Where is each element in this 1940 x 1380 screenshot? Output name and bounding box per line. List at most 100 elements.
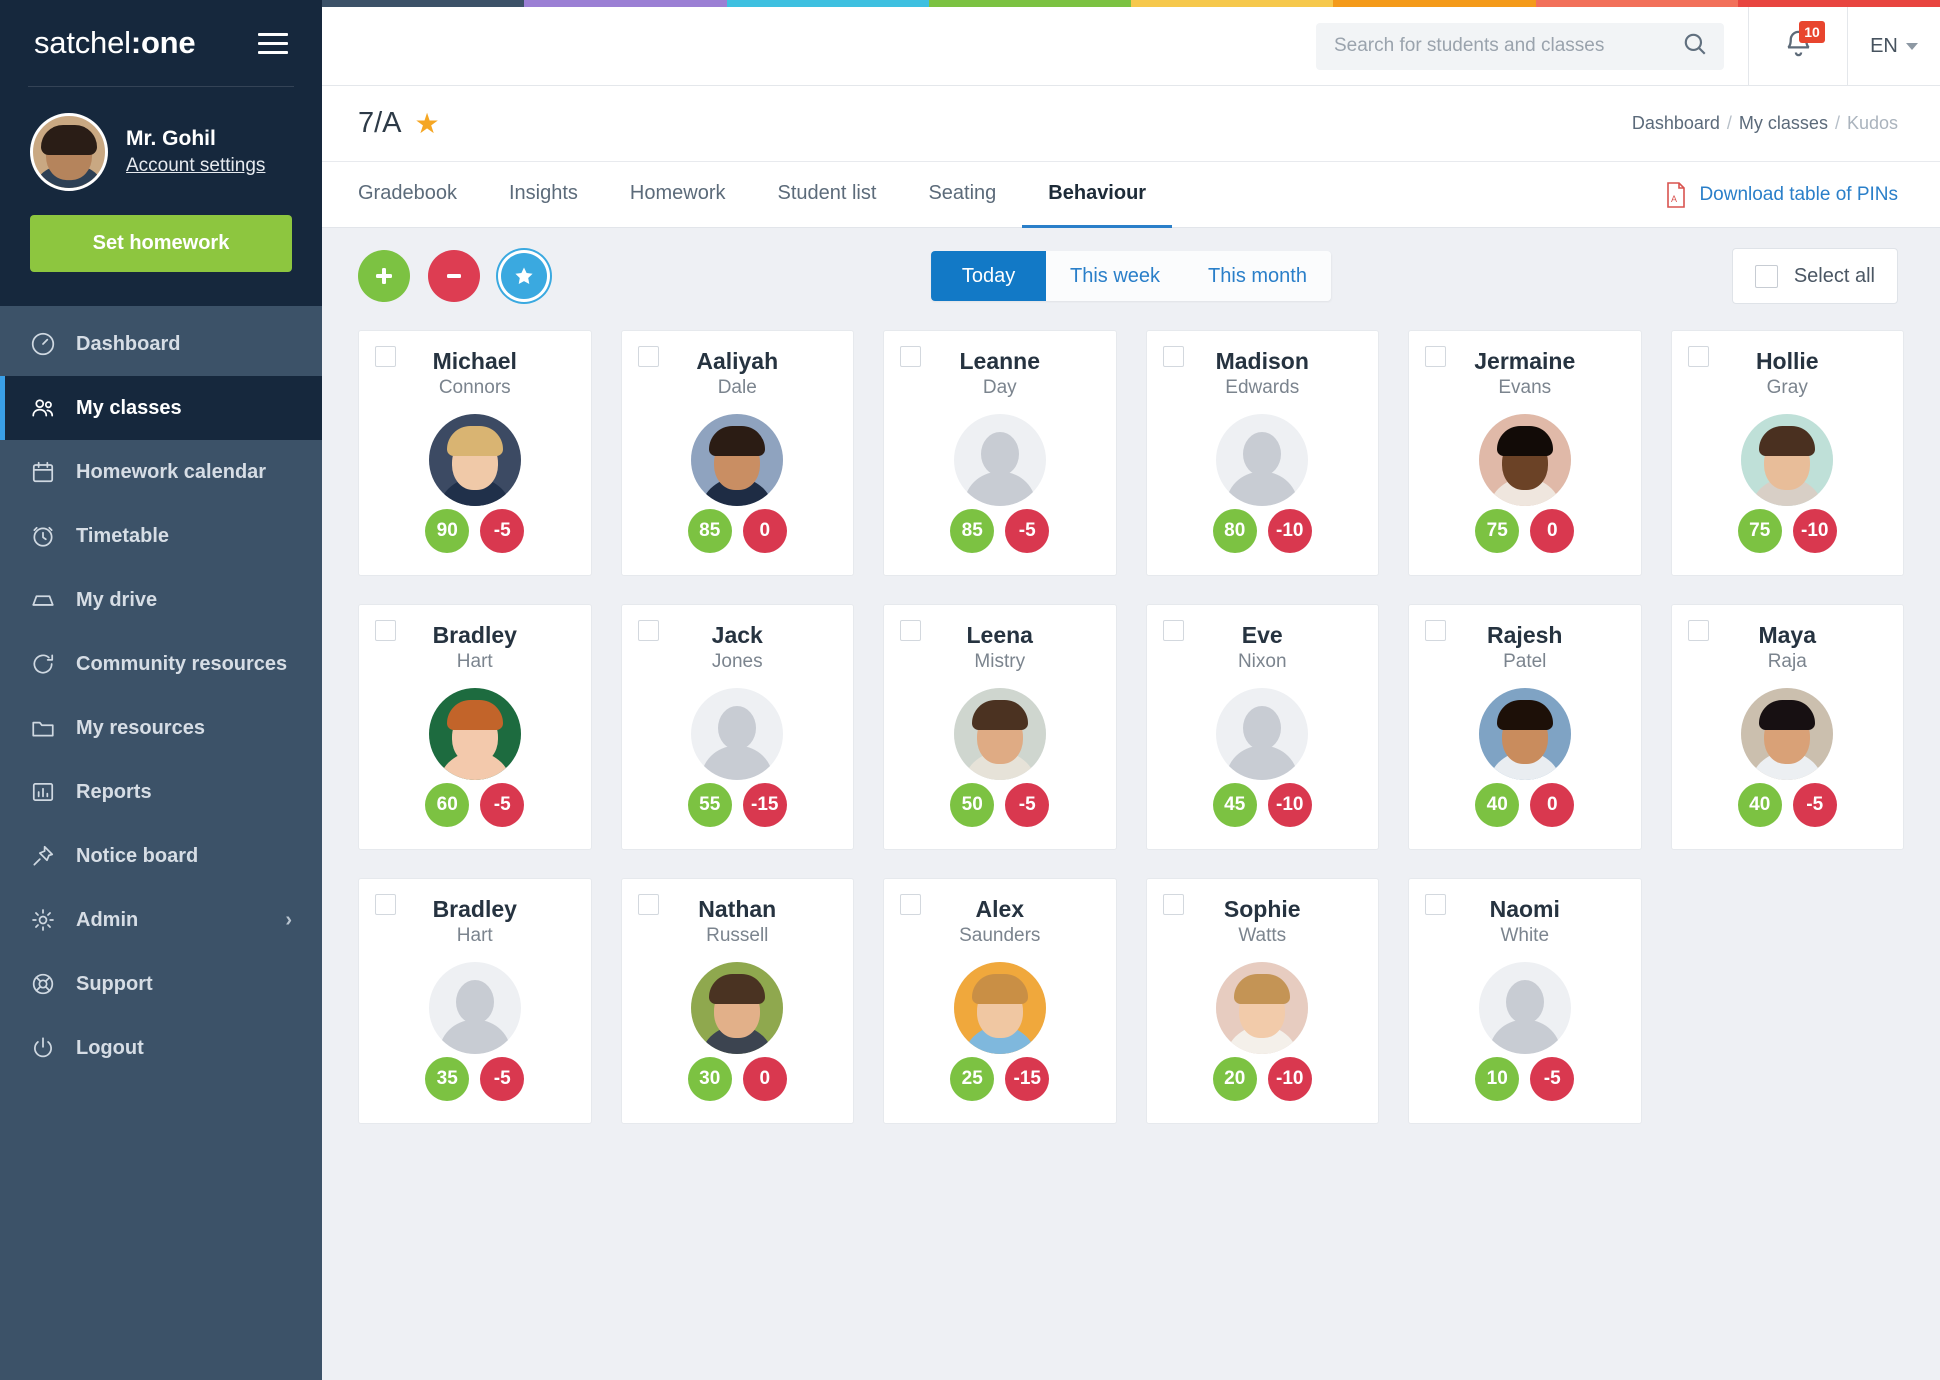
negative-points-badge[interactable]: -5 bbox=[480, 783, 525, 827]
positive-points-badge[interactable]: 40 bbox=[1737, 783, 1782, 827]
download-pins-link[interactable]: A Download table of PINs bbox=[1665, 162, 1898, 227]
tab-behaviour[interactable]: Behaviour bbox=[1022, 162, 1173, 228]
range-this-week-button[interactable]: This week bbox=[1046, 251, 1185, 301]
negative-points-badge[interactable]: -15 bbox=[1005, 1057, 1050, 1101]
sidebar-item-notice-board[interactable]: Notice board bbox=[0, 824, 322, 888]
negative-points-badge[interactable]: -5 bbox=[1792, 783, 1837, 827]
student-card[interactable]: Hollie Gray 75 -10 bbox=[1670, 330, 1904, 576]
tab-gradebook[interactable]: Gradebook bbox=[358, 162, 483, 228]
negative-points-badge[interactable]: -10 bbox=[1267, 783, 1312, 827]
hamburger-menu-icon[interactable] bbox=[258, 27, 288, 60]
negative-points-badge[interactable]: -10 bbox=[1267, 1057, 1312, 1101]
award-negative-button[interactable] bbox=[428, 250, 480, 302]
sidebar-item-logout[interactable]: Logout bbox=[0, 1016, 322, 1080]
sidebar-item-community-resources[interactable]: Community resources bbox=[0, 632, 322, 696]
sidebar-item-dashboard[interactable]: Dashboard bbox=[0, 312, 322, 376]
set-homework-button[interactable]: Set homework bbox=[30, 215, 292, 272]
student-card[interactable]: Rajesh Patel 40 0 bbox=[1408, 604, 1642, 850]
positive-points-badge[interactable]: 85 bbox=[950, 509, 995, 553]
language-selector[interactable]: EN bbox=[1848, 7, 1940, 86]
student-card[interactable]: Bradley Hart 60 -5 bbox=[358, 604, 592, 850]
student-select-checkbox[interactable] bbox=[1687, 346, 1709, 367]
student-card[interactable]: Madison Edwards 80 -10 bbox=[1145, 330, 1379, 576]
breadcrumb-item-my-classes[interactable]: My classes bbox=[1739, 113, 1828, 133]
breadcrumb-item-dashboard[interactable]: Dashboard bbox=[1632, 113, 1720, 133]
student-select-checkbox[interactable] bbox=[1162, 346, 1184, 367]
student-select-checkbox[interactable] bbox=[1162, 894, 1184, 915]
positive-points-badge[interactable]: 75 bbox=[1475, 509, 1520, 553]
positive-points-badge[interactable]: 50 bbox=[950, 783, 995, 827]
positive-points-badge[interactable]: 35 bbox=[425, 1057, 470, 1101]
student-select-checkbox[interactable] bbox=[375, 620, 396, 641]
student-card[interactable]: Leena Mistry 50 -5 bbox=[883, 604, 1117, 850]
student-select-checkbox[interactable] bbox=[637, 346, 659, 367]
select-all-button[interactable]: Select all bbox=[1731, 248, 1898, 304]
sidebar-item-reports[interactable]: Reports bbox=[0, 760, 322, 824]
negative-points-badge[interactable]: -15 bbox=[742, 783, 787, 827]
sidebar-item-my-classes[interactable]: My classes bbox=[0, 376, 322, 440]
sidebar-item-admin[interactable]: Admin › bbox=[0, 888, 322, 952]
student-card[interactable]: Sophie Watts 20 -10 bbox=[1145, 878, 1379, 1124]
positive-points-badge[interactable]: 75 bbox=[1737, 509, 1782, 553]
student-select-checkbox[interactable] bbox=[900, 346, 921, 367]
student-card[interactable]: Michael Connors 90 -5 bbox=[358, 330, 592, 576]
student-select-checkbox[interactable] bbox=[375, 346, 396, 367]
student-card[interactable]: Bradley Hart 35 -5 bbox=[358, 878, 592, 1124]
range-this-month-button[interactable]: This month bbox=[1184, 251, 1331, 301]
student-select-checkbox[interactable] bbox=[900, 894, 921, 915]
positive-points-badge[interactable]: 45 bbox=[1212, 783, 1257, 827]
sidebar-item-my-resources[interactable]: My resources bbox=[0, 696, 322, 760]
positive-points-badge[interactable]: 30 bbox=[687, 1057, 732, 1101]
select-all-checkbox[interactable] bbox=[1754, 264, 1778, 288]
student-select-checkbox[interactable] bbox=[1162, 620, 1184, 641]
negative-points-badge[interactable]: -5 bbox=[480, 509, 525, 553]
account-settings-link[interactable]: Account settings bbox=[126, 155, 265, 177]
student-select-checkbox[interactable] bbox=[637, 894, 659, 915]
student-card[interactable]: Jack Jones 55 -15 bbox=[620, 604, 854, 850]
student-select-checkbox[interactable] bbox=[375, 894, 396, 915]
app-logo[interactable]: satchel:one bbox=[34, 25, 196, 61]
student-card[interactable]: Nathan Russell 30 0 bbox=[620, 878, 854, 1124]
search-icon[interactable] bbox=[1682, 31, 1708, 62]
positive-points-badge[interactable]: 80 bbox=[1212, 509, 1257, 553]
positive-points-badge[interactable]: 40 bbox=[1475, 783, 1520, 827]
student-select-checkbox[interactable] bbox=[637, 620, 659, 641]
positive-points-badge[interactable]: 85 bbox=[687, 509, 732, 553]
positive-points-badge[interactable]: 55 bbox=[687, 783, 732, 827]
notifications-button[interactable]: 10 bbox=[1749, 7, 1847, 86]
negative-points-badge[interactable]: 0 bbox=[742, 509, 787, 553]
sidebar-item-support[interactable]: Support bbox=[0, 952, 322, 1016]
student-card[interactable]: Aaliyah Dale 85 0 bbox=[620, 330, 854, 576]
negative-points-badge[interactable]: -10 bbox=[1792, 509, 1837, 553]
sidebar-item-timetable[interactable]: Timetable bbox=[0, 504, 322, 568]
negative-points-badge[interactable]: 0 bbox=[1530, 783, 1575, 827]
student-select-checkbox[interactable] bbox=[1425, 346, 1446, 367]
negative-points-badge[interactable]: -5 bbox=[1530, 1057, 1575, 1101]
tab-insights[interactable]: Insights bbox=[483, 162, 604, 228]
tab-student-list[interactable]: Student list bbox=[751, 162, 902, 228]
negative-points-badge[interactable]: -5 bbox=[1005, 783, 1050, 827]
negative-points-badge[interactable]: -10 bbox=[1267, 509, 1312, 553]
negative-points-badge[interactable]: -5 bbox=[1005, 509, 1050, 553]
student-select-checkbox[interactable] bbox=[1425, 894, 1446, 915]
tab-seating[interactable]: Seating bbox=[902, 162, 1022, 228]
student-select-checkbox[interactable] bbox=[1425, 620, 1446, 641]
negative-points-badge[interactable]: 0 bbox=[742, 1057, 787, 1101]
negative-points-badge[interactable]: -5 bbox=[480, 1057, 525, 1101]
student-card[interactable]: Jermaine Evans 75 0 bbox=[1408, 330, 1642, 576]
star-icon[interactable]: ★ bbox=[415, 109, 440, 138]
positive-points-badge[interactable]: 60 bbox=[425, 783, 470, 827]
positive-points-badge[interactable]: 90 bbox=[425, 509, 470, 553]
student-card[interactable]: Naomi White 10 -5 bbox=[1408, 878, 1642, 1124]
student-select-checkbox[interactable] bbox=[1687, 620, 1709, 641]
sidebar-item-my-drive[interactable]: My drive bbox=[0, 568, 322, 632]
negative-points-badge[interactable]: 0 bbox=[1530, 509, 1575, 553]
student-card[interactable]: Leanne Day 85 -5 bbox=[883, 330, 1117, 576]
tab-homework[interactable]: Homework bbox=[604, 162, 752, 228]
positive-points-badge[interactable]: 10 bbox=[1475, 1057, 1520, 1101]
sidebar-item-homework-calendar[interactable]: Homework calendar bbox=[0, 440, 322, 504]
student-card[interactable]: Alex Saunders 25 -15 bbox=[883, 878, 1117, 1124]
search-input[interactable] bbox=[1334, 35, 1682, 57]
award-positive-button[interactable] bbox=[358, 250, 410, 302]
range-today-button[interactable]: Today bbox=[931, 251, 1047, 301]
